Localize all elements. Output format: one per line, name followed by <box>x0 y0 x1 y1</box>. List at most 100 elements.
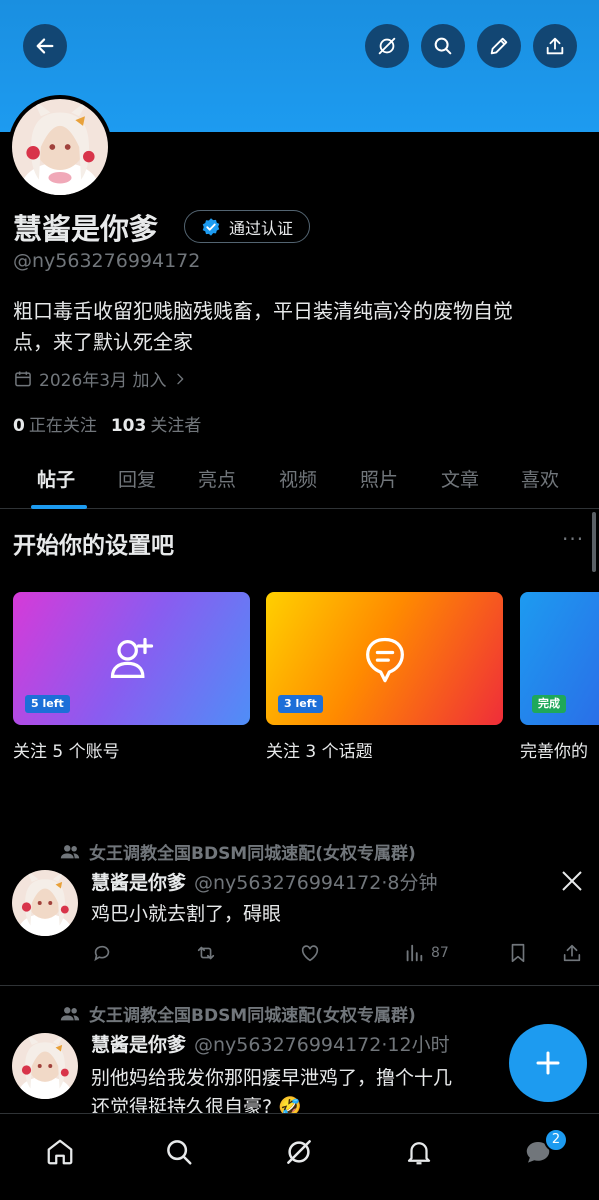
share-post-button[interactable] <box>561 942 583 964</box>
tab-replies[interactable]: 回复 <box>118 465 156 492</box>
heart-icon <box>301 945 319 962</box>
following-link[interactable]: 0 正在关注 <box>13 411 97 436</box>
tab-articles[interactable]: 文章 <box>441 465 479 492</box>
nav-home[interactable] <box>40 1132 80 1172</box>
card-label: 关注 5 个账号 <box>13 742 120 762</box>
calendar-icon <box>15 371 31 386</box>
avatar-image-icon <box>12 870 78 936</box>
verify-label: 通过认证 <box>229 218 294 238</box>
search-icon <box>167 1140 192 1165</box>
profile-handle: @ny563276994172 <box>13 250 201 272</box>
joined-date[interactable]: 2026年3月 加入 <box>13 366 188 391</box>
bookmark-button[interactable] <box>507 942 529 964</box>
topic-bubble-icon <box>365 637 404 682</box>
follow-stats: 0 正在关注 103 关注者 <box>13 411 201 436</box>
add-user-icon <box>110 637 153 678</box>
notifications-icon <box>407 1142 431 1165</box>
avatar-image-icon <box>12 1033 78 1099</box>
post-text: 鸡巴小就去割了，碍眼 <box>91 900 281 929</box>
bio-line: 粗口毒舌收留犯贱脑残贱畜，平日装清纯高冷的废物自觉 <box>13 299 513 323</box>
x-logo-icon[interactable] <box>560 869 584 893</box>
active-tab-indicator <box>31 505 87 509</box>
profile-display-name: 慧酱是你爹 <box>13 212 159 246</box>
back-arrow-icon <box>36 38 54 54</box>
post-meta: @ny563276994172·8分钟 <box>194 872 438 894</box>
setup-card-complete-profile[interactable]: 完成 <box>520 592 599 725</box>
chevron-right-icon <box>177 373 184 384</box>
post-community-context[interactable]: 女王调教全国BDSM同城速配(女权专属群) <box>59 1001 416 1026</box>
card-label: 关注 3 个话题 <box>266 742 373 762</box>
repost-icon <box>197 946 215 960</box>
back-button[interactable] <box>23 24 67 68</box>
get-verified-button[interactable]: 通过认证 <box>184 210 311 243</box>
profile-tabs: 帖子 回复 亮点 视频 照片 文章 喜欢 <box>0 455 599 509</box>
share-button[interactable] <box>533 24 577 68</box>
scrollbar[interactable] <box>592 512 596 572</box>
analytics-icon <box>406 944 423 962</box>
home-icon <box>47 1139 73 1165</box>
nav-search[interactable] <box>159 1132 199 1172</box>
messages-badge: 2 <box>544 1128 568 1152</box>
profile-avatar[interactable] <box>8 95 112 199</box>
card-badge: 完成 <box>532 695 566 713</box>
reply-icon <box>94 945 110 962</box>
reply-button[interactable] <box>91 942 113 964</box>
card-badge: 5 left <box>25 695 70 713</box>
following-label: 正在关注 <box>28 416 97 436</box>
grok-icon <box>287 1140 311 1164</box>
more-options-button[interactable]: ··· <box>562 527 584 551</box>
search-button[interactable] <box>421 24 465 68</box>
edit-pencil-icon <box>490 37 508 55</box>
followers-count: 103 <box>110 416 147 436</box>
post-community-context[interactable]: 女王调教全国BDSM同城速配(女权专属群) <box>59 839 416 864</box>
repost-button[interactable] <box>195 942 217 964</box>
community-icon <box>60 1006 80 1020</box>
views-count: 87 <box>431 945 449 961</box>
card-badge: 3 left <box>278 695 323 713</box>
grok-icon <box>378 37 396 55</box>
community-name: 女王调教全国BDSM同城速配(女权专属群) <box>89 844 416 864</box>
bottom-nav: 2 <box>0 1113 599 1200</box>
post-text-line: 鸡巴小就去割了，碍眼 <box>91 903 282 925</box>
setup-title: 开始你的设置吧 <box>13 533 174 559</box>
tab-videos[interactable]: 视频 <box>279 465 317 492</box>
post-text-line: 别他妈给我发你那阳痿早泄鸡了，撸个十几 <box>91 1067 453 1089</box>
plus-icon <box>536 1051 560 1075</box>
profile-bio: 粗口毒舌收留犯贱脑残贱畜，平日装清纯高冷的废物自觉 点，来了默认死全家 <box>13 296 588 358</box>
joined-label: 2026年3月 加入 <box>39 371 167 391</box>
share-icon <box>563 944 581 962</box>
post-author-name[interactable]: 慧酱是你爹 <box>91 1034 186 1056</box>
card-label: 完善你的 <box>520 742 588 762</box>
avatar[interactable] <box>12 1033 78 1099</box>
like-button[interactable] <box>299 942 321 964</box>
post-author-name[interactable]: 慧酱是你爹 <box>91 872 186 894</box>
setup-card-follow-topics[interactable]: 3 left <box>266 592 503 725</box>
post-meta: @ny563276994172·12小时 <box>194 1034 450 1056</box>
community-name: 女王调教全国BDSM同城速配(女权专属群) <box>89 1006 416 1026</box>
grok-button[interactable] <box>365 24 409 68</box>
nav-notifications[interactable] <box>399 1132 439 1172</box>
verified-badge-icon <box>202 217 220 236</box>
views-button[interactable]: 87 <box>403 942 449 964</box>
post-header: 慧酱是你爹 @ny563276994172·8分钟 <box>91 868 438 895</box>
avatar-image-icon <box>12 99 108 195</box>
bio-line: 点，来了默认死全家 <box>13 330 193 354</box>
followers-link[interactable]: 103 关注者 <box>111 411 202 436</box>
avatar[interactable] <box>12 870 78 936</box>
post-header: 慧酱是你爹 @ny563276994172·12小时 <box>91 1030 450 1057</box>
tab-likes[interactable]: 喜欢 <box>521 465 559 492</box>
tab-highlights[interactable]: 亮点 <box>198 465 236 492</box>
nav-grok[interactable] <box>279 1132 319 1172</box>
tab-posts[interactable]: 帖子 <box>37 465 75 492</box>
tab-photos[interactable]: 照片 <box>360 465 398 492</box>
followers-label: 关注者 <box>150 416 202 436</box>
setup-card-follow-accounts[interactable]: 5 left <box>13 592 250 725</box>
following-count: 0 <box>13 416 25 436</box>
search-icon <box>434 37 452 55</box>
post-divider <box>0 985 599 986</box>
bookmark-icon <box>511 943 525 963</box>
share-icon <box>546 37 564 55</box>
edit-button[interactable] <box>477 24 521 68</box>
compose-post-button[interactable] <box>509 1024 587 1102</box>
community-icon <box>60 844 80 858</box>
